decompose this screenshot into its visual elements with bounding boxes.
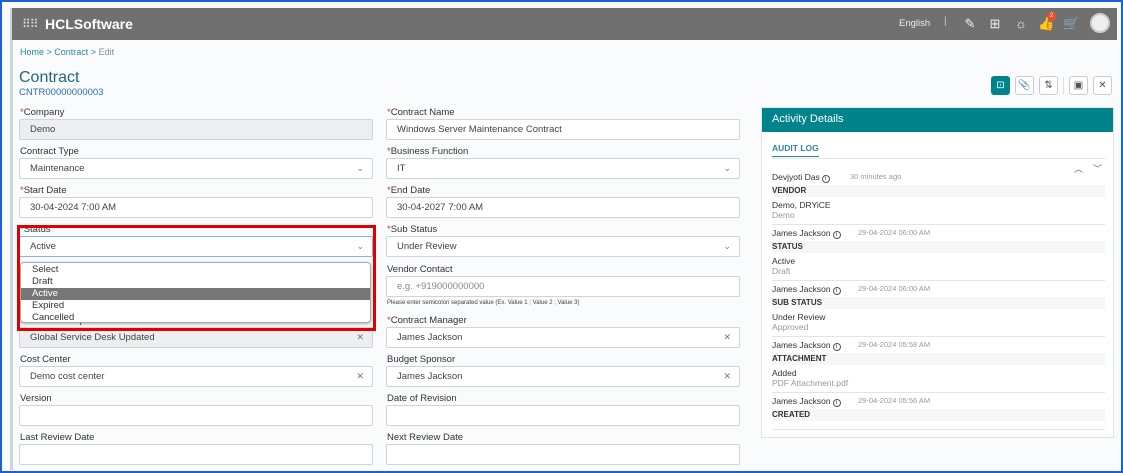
sub-status-select[interactable]: Under Review ⌄ — [386, 236, 740, 257]
business-function-select[interactable]: IT ⌄ — [386, 158, 740, 179]
sub-status-label: *Sub Status — [387, 224, 438, 235]
contract-type-label: Contract Type — [20, 146, 79, 157]
breadcrumb-home[interactable]: Home — [20, 47, 44, 57]
budget-sponsor-field[interactable]: James Jackson ✕ — [386, 366, 740, 387]
contract-name-field[interactable]: Windows Server Maintenance Contract — [386, 119, 740, 140]
highlight-box — [17, 225, 376, 331]
next-review-date-label: Next Review Date — [387, 432, 464, 443]
version-label: Version — [20, 393, 52, 404]
date-of-revision-field[interactable] — [386, 405, 740, 426]
activity-panel: Activity Details AUDIT LOG ︿ ﹀ Devjyoti … — [761, 107, 1114, 438]
breadcrumb: Home > Contract > Edit — [20, 47, 115, 57]
cost-center-field[interactable]: Demo cost center ✕ — [19, 366, 373, 387]
start-date-label: *Start Date — [20, 185, 67, 196]
end-date-label: *End Date — [387, 185, 431, 196]
left-strip — [10, 8, 13, 470]
audit-entry: James Jackson i 29-04-2024 05:58 AM ATTAC… — [772, 340, 1105, 393]
clear-icon: ✕ — [723, 332, 731, 342]
knowledge-icon[interactable]: ☼ — [1013, 16, 1029, 32]
info-icon[interactable]: i — [832, 399, 841, 407]
save-button[interactable]: ▣ — [1069, 76, 1088, 95]
info-icon[interactable]: i — [832, 231, 841, 239]
app-grid-icon[interactable]: ⠿⠿ — [22, 17, 39, 31]
company-field: Demo — [19, 119, 373, 140]
breadcrumb-edit: Edit — [98, 47, 115, 57]
chevron-down-icon: ⌄ — [356, 163, 364, 173]
start-date-field[interactable]: 30-04-2024 7:00 AM — [19, 197, 373, 218]
breadcrumb-contract[interactable]: Contract — [54, 47, 88, 57]
audit-entry: James Jackson i 29-04-2024 06:00 AM STATU… — [772, 228, 1105, 281]
end-date-field[interactable]: 30-04-2027 7:00 AM — [386, 197, 740, 218]
clear-icon: ✕ — [723, 371, 731, 381]
audit-entry: Devjyoti Das i 30 minutes ago VENDOR Demo… — [772, 172, 1105, 225]
contract-id: CNTR00000000003 — [19, 87, 104, 98]
vendor-contact-field[interactable]: e.g. +919000000000 — [386, 276, 740, 297]
audit-entry: James Jackson i 29-04-2024 05:56 AM CREAT… — [772, 396, 1105, 430]
contract-name-label: *Contract Name — [387, 107, 455, 118]
vendor-contact-label: Vendor Contact — [387, 264, 453, 275]
contract-type-select[interactable]: Maintenance ⌄ — [19, 158, 373, 179]
last-review-date-label: Last Review Date — [20, 432, 95, 443]
chevron-down-icon: ⌄ — [723, 241, 731, 251]
contract-manager-field[interactable]: James Jackson ✕ — [386, 327, 740, 348]
cost-center-label: Cost Center — [20, 354, 71, 365]
company-label: *Company — [20, 107, 65, 118]
contract-manager-label: *Contract Manager — [387, 315, 467, 326]
business-function-label: *Business Function — [387, 146, 469, 157]
edit-document-icon[interactable]: ✎ — [962, 16, 978, 32]
brand-logo: HCLSoftware — [45, 16, 133, 32]
user-avatar[interactable] — [1090, 13, 1110, 33]
budget-sponsor-label: Budget Sponsor — [387, 354, 456, 365]
activity-title: Activity Details — [762, 108, 1113, 132]
language-selector[interactable]: English — [899, 18, 930, 29]
info-icon[interactable]: i — [832, 343, 841, 351]
relationship-button[interactable]: ⇅ — [1039, 76, 1058, 95]
last-review-date-field[interactable] — [19, 444, 373, 465]
cart-icon[interactable]: 🛒 — [1063, 16, 1079, 32]
page-title: Contract — [19, 69, 80, 86]
notification-badge: 2 — [1047, 12, 1056, 21]
version-field[interactable] — [19, 405, 373, 426]
attachment-button[interactable]: 📎 — [1015, 76, 1034, 95]
vendor-contact-hint: Please enter semicolon separated value (… — [387, 300, 580, 306]
add-comment-icon[interactable]: ⊞ — [987, 16, 1003, 32]
date-of-revision-label: Date of Revision — [387, 393, 457, 404]
close-button[interactable]: ✕ — [1093, 76, 1112, 95]
top-header: ⠿⠿ HCLSoftware English | ✎ ⊞ ☼ 👍 🛒 — [12, 8, 1117, 40]
clear-icon: ✕ — [356, 371, 364, 381]
audit-entry: James Jackson i 29-04-2024 06:00 AM SUB S… — [772, 284, 1105, 337]
info-icon[interactable]: i — [832, 287, 841, 295]
chevron-down-icon: ⌄ — [723, 163, 731, 173]
info-icon[interactable]: i — [821, 175, 830, 183]
activity-toggle-button[interactable]: ⊡ — [991, 76, 1010, 95]
next-review-date-field[interactable] — [386, 444, 740, 465]
tab-audit-log[interactable]: AUDIT LOG — [772, 143, 819, 157]
